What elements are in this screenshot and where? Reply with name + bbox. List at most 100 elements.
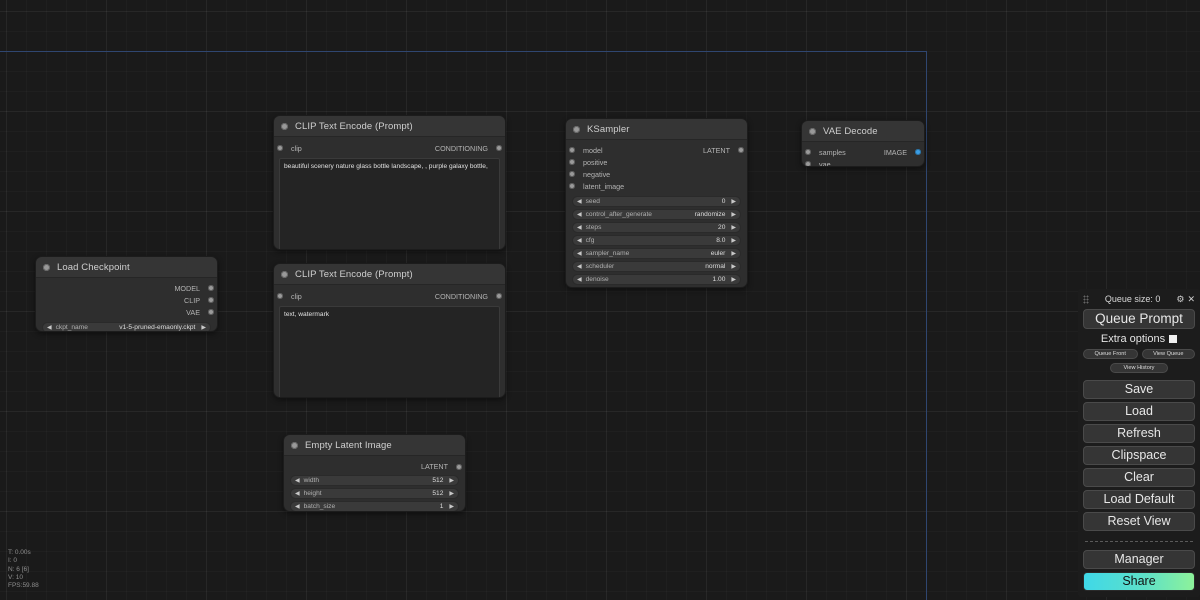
node-title-bar[interactable]: CLIP Text Encode (Prompt) — [274, 264, 505, 285]
widget-ckpt-name[interactable]: ◀ ckpt_name v1-5-pruned-emaonly.ckpt ▶ — [42, 322, 211, 331]
output-slot-conditioning[interactable]: CONDITIONING — [435, 292, 502, 301]
node-collapse-icon[interactable] — [43, 263, 50, 271]
increment-arrow-icon[interactable]: ▶ — [731, 212, 736, 218]
widget-sampler-name[interactable]: ◀ sampler_name euler ▶ — [572, 248, 741, 259]
output-slot-latent[interactable]: LATENT — [703, 146, 744, 155]
input-slot-vae[interactable]: vae — [802, 158, 924, 166]
decrement-arrow-icon[interactable]: ◀ — [577, 212, 582, 218]
connector-dot[interactable] — [277, 145, 283, 151]
input-slot-negative[interactable]: negative — [566, 168, 747, 180]
load-button[interactable]: Load — [1083, 402, 1195, 421]
connector-dot[interactable] — [805, 161, 811, 166]
decrement-arrow-icon[interactable]: ◀ — [295, 504, 300, 510]
decrement-arrow-icon[interactable]: ◀ — [47, 325, 52, 331]
widget-width[interactable]: ◀ width 512 ▶ — [290, 475, 459, 486]
widget-cfg[interactable]: ◀ cfg 8.0 ▶ — [572, 235, 741, 246]
panel-header[interactable]: Queue size: 0 ⚙ ✕ — [1083, 292, 1195, 306]
decrement-arrow-icon[interactable]: ◀ — [577, 251, 582, 257]
widget-steps[interactable]: ◀ steps 20 ▶ — [572, 222, 741, 233]
view-history-button[interactable]: View History — [1110, 363, 1168, 373]
graph-canvas[interactable]: Load Checkpoint MODEL CLIP VAE ◀ ckpt_na… — [0, 0, 1200, 600]
input-slot-model[interactable]: model — [569, 146, 603, 155]
output-slot-latent[interactable]: LATENT — [284, 460, 465, 473]
decrement-arrow-icon[interactable]: ◀ — [295, 491, 300, 497]
node-collapse-icon[interactable] — [281, 270, 288, 278]
increment-arrow-icon[interactable]: ▶ — [449, 491, 454, 497]
input-slot-clip[interactable]: clip — [277, 144, 302, 153]
manager-button[interactable]: Manager — [1083, 550, 1195, 569]
connector-dot[interactable] — [456, 463, 462, 470]
node-title-bar[interactable]: CLIP Text Encode (Prompt) — [274, 116, 505, 137]
increment-arrow-icon[interactable]: ▶ — [731, 277, 736, 283]
clear-button[interactable]: Clear — [1083, 468, 1195, 487]
clipspace-button[interactable]: Clipspace — [1083, 446, 1195, 465]
widget-height[interactable]: ◀ height 512 ▶ — [290, 488, 459, 499]
node-title-bar[interactable]: VAE Decode — [802, 121, 924, 142]
decrement-arrow-icon[interactable]: ◀ — [577, 238, 582, 244]
save-button[interactable]: Save — [1083, 380, 1195, 399]
connector-dot[interactable] — [208, 285, 214, 291]
node-vae-decode[interactable]: VAE Decode samples IMAGE vae — [801, 120, 925, 167]
widget-control-after-generate[interactable]: ◀ control_after_generate randomize ▶ — [572, 209, 741, 220]
connector-dot[interactable] — [208, 297, 214, 303]
node-collapse-icon[interactable] — [281, 122, 288, 130]
connector-dot[interactable] — [569, 171, 575, 177]
decrement-arrow-icon[interactable]: ◀ — [295, 478, 300, 484]
increment-arrow-icon[interactable]: ▶ — [731, 225, 736, 231]
node-title-bar[interactable]: Empty Latent Image — [284, 435, 465, 456]
connector-dot[interactable] — [496, 145, 502, 151]
slot-out[interactable]: VAE — [186, 308, 214, 317]
increment-arrow-icon[interactable]: ▶ — [731, 199, 736, 205]
node-collapse-icon[interactable] — [291, 441, 298, 449]
output-slot-clip[interactable]: CLIP — [36, 294, 217, 306]
connector-dot[interactable] — [915, 149, 921, 155]
comfy-menu-panel[interactable]: Queue size: 0 ⚙ ✕ Queue Prompt Extra opt… — [1078, 289, 1200, 597]
connector-dot[interactable] — [277, 293, 283, 299]
refresh-button[interactable]: Refresh — [1083, 424, 1195, 443]
node-load-checkpoint[interactable]: Load Checkpoint MODEL CLIP VAE ◀ ckpt_na… — [35, 256, 218, 332]
node-collapse-icon[interactable] — [573, 125, 580, 133]
node-clip-text-encode-positive[interactable]: CLIP Text Encode (Prompt) clip CONDITION… — [273, 115, 506, 250]
input-slot-positive[interactable]: positive — [566, 156, 747, 168]
decrement-arrow-icon[interactable]: ◀ — [577, 277, 582, 283]
slot-in[interactable]: positive — [569, 158, 607, 167]
decrement-arrow-icon[interactable]: ◀ — [577, 264, 582, 270]
node-clip-text-encode-negative[interactable]: CLIP Text Encode (Prompt) clip CONDITION… — [273, 263, 506, 398]
decrement-arrow-icon[interactable]: ◀ — [577, 199, 582, 205]
node-title-bar[interactable]: Load Checkpoint — [36, 257, 217, 278]
drag-handle-icon[interactable] — [1083, 294, 1089, 304]
slot-in[interactable]: latent_image — [569, 182, 624, 191]
slot-out[interactable]: LATENT — [421, 462, 462, 471]
increment-arrow-icon[interactable]: ▶ — [449, 478, 454, 484]
reset-view-button[interactable]: Reset View — [1083, 512, 1195, 531]
widget-scheduler[interactable]: ◀ scheduler normal ▶ — [572, 261, 741, 272]
slot-out[interactable]: CLIP — [184, 296, 214, 305]
connector-dot[interactable] — [738, 147, 744, 153]
prompt-textarea[interactable]: beautiful scenery nature glass bottle la… — [279, 158, 500, 249]
connector-dot[interactable] — [496, 293, 502, 299]
connector-dot[interactable] — [208, 309, 214, 315]
node-ksampler[interactable]: KSampler model LATENT positive negative … — [565, 118, 748, 288]
connector-dot[interactable] — [569, 159, 575, 165]
connector-dot[interactable] — [569, 183, 575, 189]
widget-seed[interactable]: ◀ seed 0 ▶ — [572, 196, 741, 207]
view-queue-button[interactable]: View Queue — [1141, 349, 1195, 359]
node-empty-latent-image[interactable]: Empty Latent Image LATENT ◀ width 512 ▶ … — [283, 434, 466, 512]
widget-denoise[interactable]: ◀ denoise 1.00 ▶ — [572, 274, 741, 285]
widget-batch-size[interactable]: ◀ batch_size 1 ▶ — [290, 501, 459, 511]
increment-arrow-icon[interactable]: ▶ — [731, 238, 736, 244]
gear-icon[interactable]: ⚙ — [1176, 294, 1184, 304]
slot-in[interactable]: vae — [805, 160, 831, 166]
share-button[interactable]: Share — [1083, 572, 1195, 591]
slot-in[interactable]: negative — [569, 170, 610, 179]
load-default-button[interactable]: Load Default — [1083, 490, 1195, 509]
connector-dot[interactable] — [805, 149, 811, 155]
node-collapse-icon[interactable] — [809, 127, 816, 135]
output-slot-conditioning[interactable]: CONDITIONING — [435, 144, 502, 153]
close-icon[interactable]: ✕ — [1187, 294, 1195, 304]
extra-options-row[interactable]: Extra options — [1083, 333, 1195, 345]
output-slot-image[interactable]: IMAGE — [884, 148, 921, 157]
increment-arrow-icon[interactable]: ▶ — [731, 264, 736, 270]
increment-arrow-icon[interactable]: ▶ — [731, 251, 736, 257]
connector-dot[interactable] — [569, 147, 575, 153]
